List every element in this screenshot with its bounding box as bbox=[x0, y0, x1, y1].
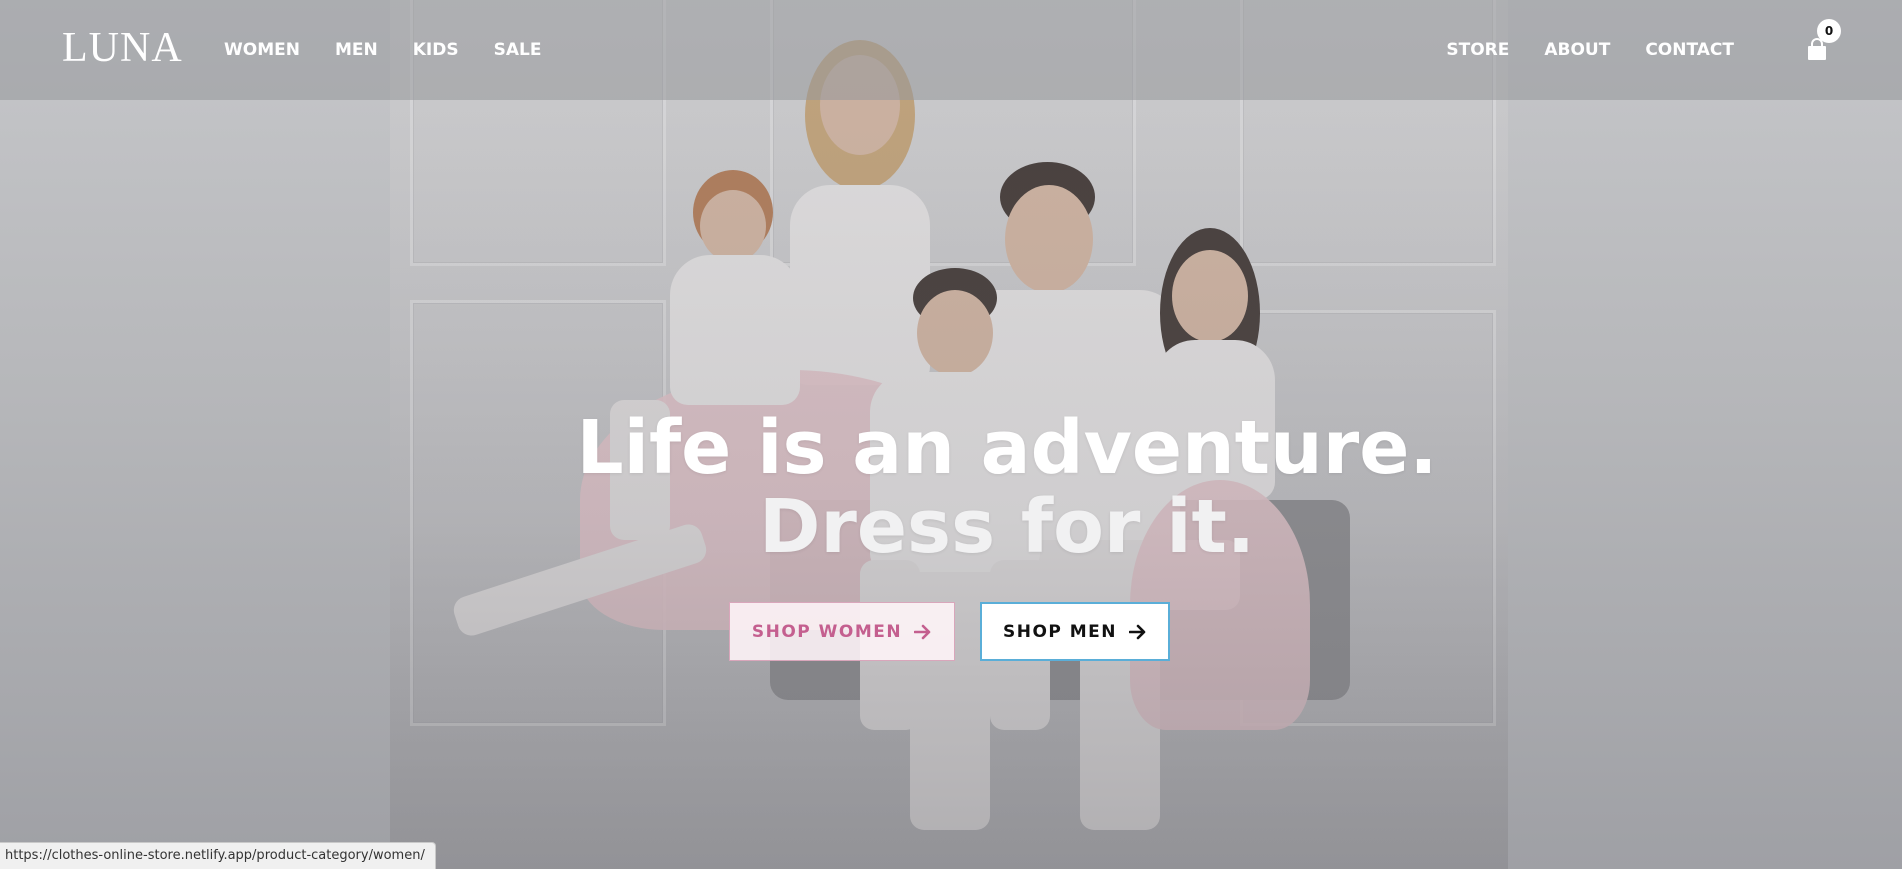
shop-men-label: SHOP MEN bbox=[1002, 621, 1118, 642]
hero-headline-line1: Life is an adventure. bbox=[576, 405, 1438, 491]
secondary-nav: STORE ABOUT CONTACT bbox=[1446, 40, 1734, 60]
nav-link-kids[interactable]: KIDS bbox=[413, 40, 459, 60]
nav-link-contact[interactable]: CONTACT bbox=[1645, 40, 1734, 60]
primary-nav: WOMEN MEN KIDS SALE bbox=[224, 40, 541, 60]
arrow-right-icon bbox=[914, 624, 931, 639]
nav-link-women[interactable]: WOMEN bbox=[224, 40, 300, 60]
page: LUNA WOMEN MEN KIDS SALE STORE ABOUT CON… bbox=[0, 0, 1902, 869]
hero-headline-line2: Dress for it. bbox=[758, 484, 1256, 570]
site-header: LUNA WOMEN MEN KIDS SALE STORE ABOUT CON… bbox=[0, 0, 1902, 100]
shop-men-button[interactable]: SHOP MEN bbox=[980, 602, 1170, 661]
nav-link-sale[interactable]: SALE bbox=[494, 40, 542, 60]
site-logo[interactable]: LUNA bbox=[62, 24, 183, 72]
shop-women-button[interactable]: SHOP WOMEN bbox=[729, 602, 955, 661]
nav-link-store[interactable]: STORE bbox=[1446, 40, 1509, 60]
browser-status-url: https://clothes-online-store.netlify.app… bbox=[0, 842, 436, 869]
nav-link-men[interactable]: MEN bbox=[335, 40, 378, 60]
nav-link-about[interactable]: ABOUT bbox=[1544, 40, 1610, 60]
cart-count-badge[interactable]: 0 bbox=[1817, 19, 1841, 43]
arrow-right-icon bbox=[1129, 624, 1146, 639]
shop-women-label: SHOP WOMEN bbox=[751, 621, 903, 642]
